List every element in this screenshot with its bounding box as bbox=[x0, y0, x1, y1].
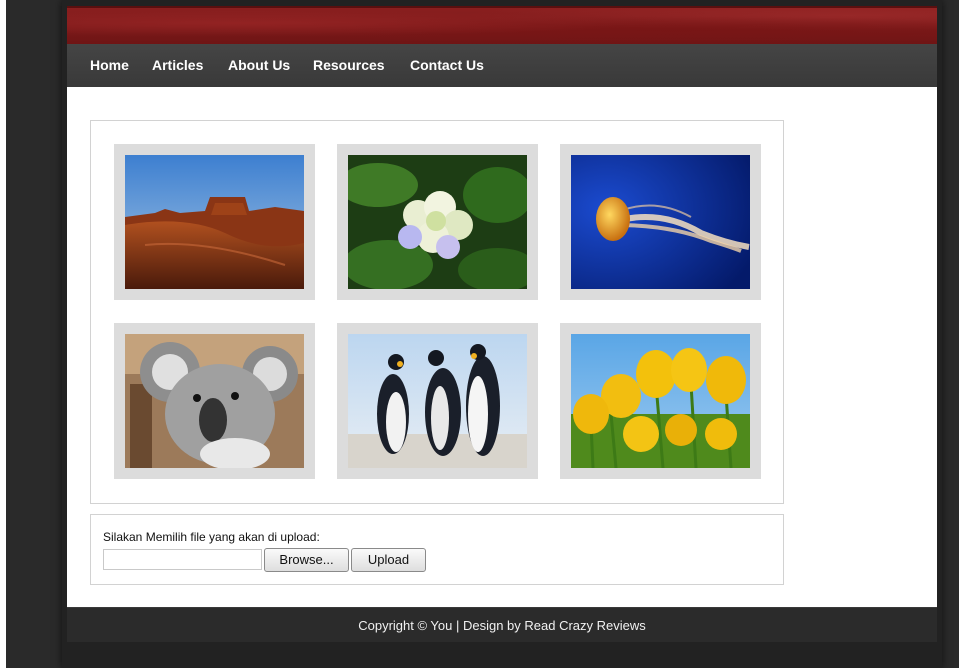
main-nav: Home Articles About Us Resources Contact… bbox=[67, 44, 937, 88]
tulips-image bbox=[571, 334, 750, 468]
gallery-item-hydrangea[interactable] bbox=[337, 144, 538, 300]
gallery-item-koala[interactable] bbox=[114, 323, 315, 479]
koala-image bbox=[125, 334, 304, 468]
gallery-item-tulips[interactable] bbox=[560, 323, 761, 479]
hydrangea-image bbox=[348, 155, 527, 289]
nav-about-us[interactable]: About Us bbox=[228, 57, 290, 73]
gallery-item-desert[interactable] bbox=[114, 144, 315, 300]
gallery-item-penguins[interactable] bbox=[337, 323, 538, 479]
nav-resources[interactable]: Resources bbox=[313, 57, 385, 73]
image-gallery bbox=[90, 120, 784, 504]
footer: Copyright © You | Design by Read Crazy R… bbox=[67, 607, 937, 642]
left-edge-strip bbox=[0, 0, 6, 668]
nav-articles[interactable]: Articles bbox=[152, 57, 203, 73]
desert-image bbox=[125, 155, 304, 289]
browse-button[interactable]: Browse... bbox=[264, 548, 349, 572]
upload-button[interactable]: Upload bbox=[351, 548, 426, 572]
upload-label: Silakan Memilih file yang akan di upload… bbox=[103, 530, 320, 544]
nav-home[interactable]: Home bbox=[90, 57, 129, 73]
upload-panel: Silakan Memilih file yang akan di upload… bbox=[90, 514, 784, 585]
nav-contact-us[interactable]: Contact Us bbox=[410, 57, 484, 73]
penguins-image bbox=[348, 334, 527, 468]
gallery-item-jellyfish[interactable] bbox=[560, 144, 761, 300]
header-banner bbox=[67, 6, 937, 46]
jellyfish-image bbox=[571, 155, 750, 289]
footer-copyright: Copyright © You | Design by Read Crazy R… bbox=[358, 618, 646, 633]
file-path-field[interactable] bbox=[103, 549, 262, 570]
main-content: Silakan Memilih file yang akan di upload… bbox=[67, 87, 937, 607]
